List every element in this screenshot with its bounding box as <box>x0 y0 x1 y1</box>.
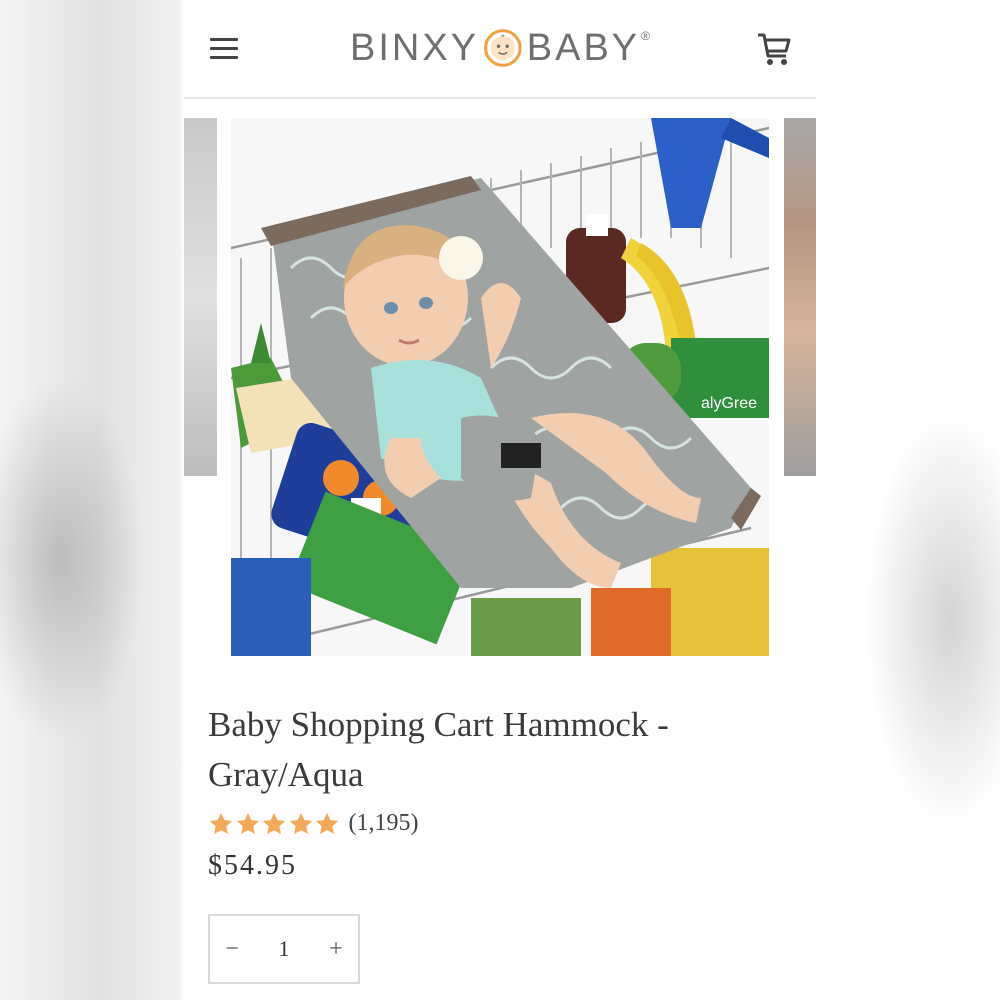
site-header: BINXY BABY ® <box>184 0 816 99</box>
shopping-cart-icon[interactable] <box>756 30 792 68</box>
rating-stars <box>208 811 341 837</box>
product-rating[interactable]: (1,195) <box>208 810 418 837</box>
product-image-carousel[interactable]: alyGree <box>184 118 816 658</box>
product-page: BINXY BABY ® alyGree Baby Shopping Cart … <box>184 0 816 1000</box>
star-icon <box>262 812 286 834</box>
star-icon <box>236 812 259 834</box>
product-price: $54.95 <box>208 850 297 881</box>
baby-face-logo-icon <box>484 29 522 67</box>
registered-mark: ® <box>641 29 650 43</box>
product-photo-illustration: alyGree <box>231 118 769 656</box>
logo-text-left: BINXY <box>350 26 480 69</box>
previous-product-image[interactable] <box>184 118 217 476</box>
decrease-quantity-button[interactable]: − <box>210 919 254 979</box>
quantity-stepper: − 1 + <box>208 914 360 984</box>
main-product-image[interactable]: alyGree <box>231 118 769 656</box>
star-icon <box>289 812 312 834</box>
review-count[interactable]: (1,195) <box>349 810 419 837</box>
product-title: Baby Shopping Cart Hammock - Gray/Aqua <box>208 705 669 794</box>
logo-text-right: BABY <box>526 26 641 69</box>
brand-logo[interactable]: BINXY BABY ® <box>350 22 650 74</box>
star-icon <box>315 812 339 834</box>
quantity-value[interactable]: 1 <box>264 936 304 962</box>
increase-quantity-button[interactable]: + <box>314 919 358 979</box>
star-icon <box>209 812 233 834</box>
hamburger-menu-icon[interactable] <box>208 36 242 62</box>
svg-text:alyGree: alyGree <box>701 395 757 412</box>
next-product-image[interactable] <box>784 118 816 476</box>
